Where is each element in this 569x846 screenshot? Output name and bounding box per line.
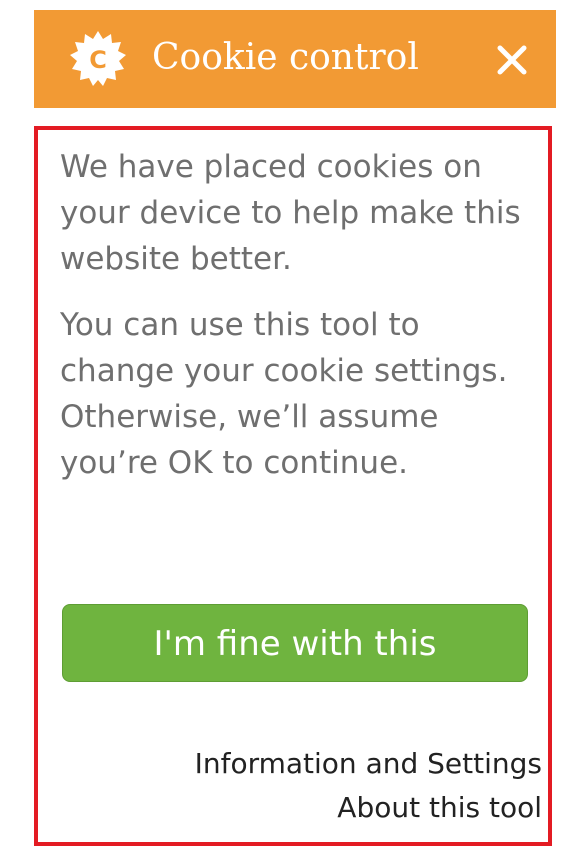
cookie-settings-text: You can use this tool to change your coo… <box>60 307 508 481</box>
cookie-control-header: C Cookie control <box>34 10 556 108</box>
cookie-message-box: We have placed cookies on your device to… <box>34 126 552 846</box>
cookie-gear-icon: C <box>70 31 126 86</box>
svg-text:C: C <box>89 46 107 74</box>
close-icon[interactable] <box>490 38 534 82</box>
accept-cookies-button[interactable]: I'm fine with this <box>62 604 528 682</box>
panel-title: Cookie control <box>152 37 419 78</box>
cookie-control-panel: C Cookie control We have placed cookies … <box>34 10 556 846</box>
information-settings-link[interactable]: Information and Settings <box>195 744 542 784</box>
cookie-notice-text: We have placed cookies on your device to… <box>60 149 521 277</box>
about-tool-link[interactable]: About this tool <box>337 788 542 828</box>
